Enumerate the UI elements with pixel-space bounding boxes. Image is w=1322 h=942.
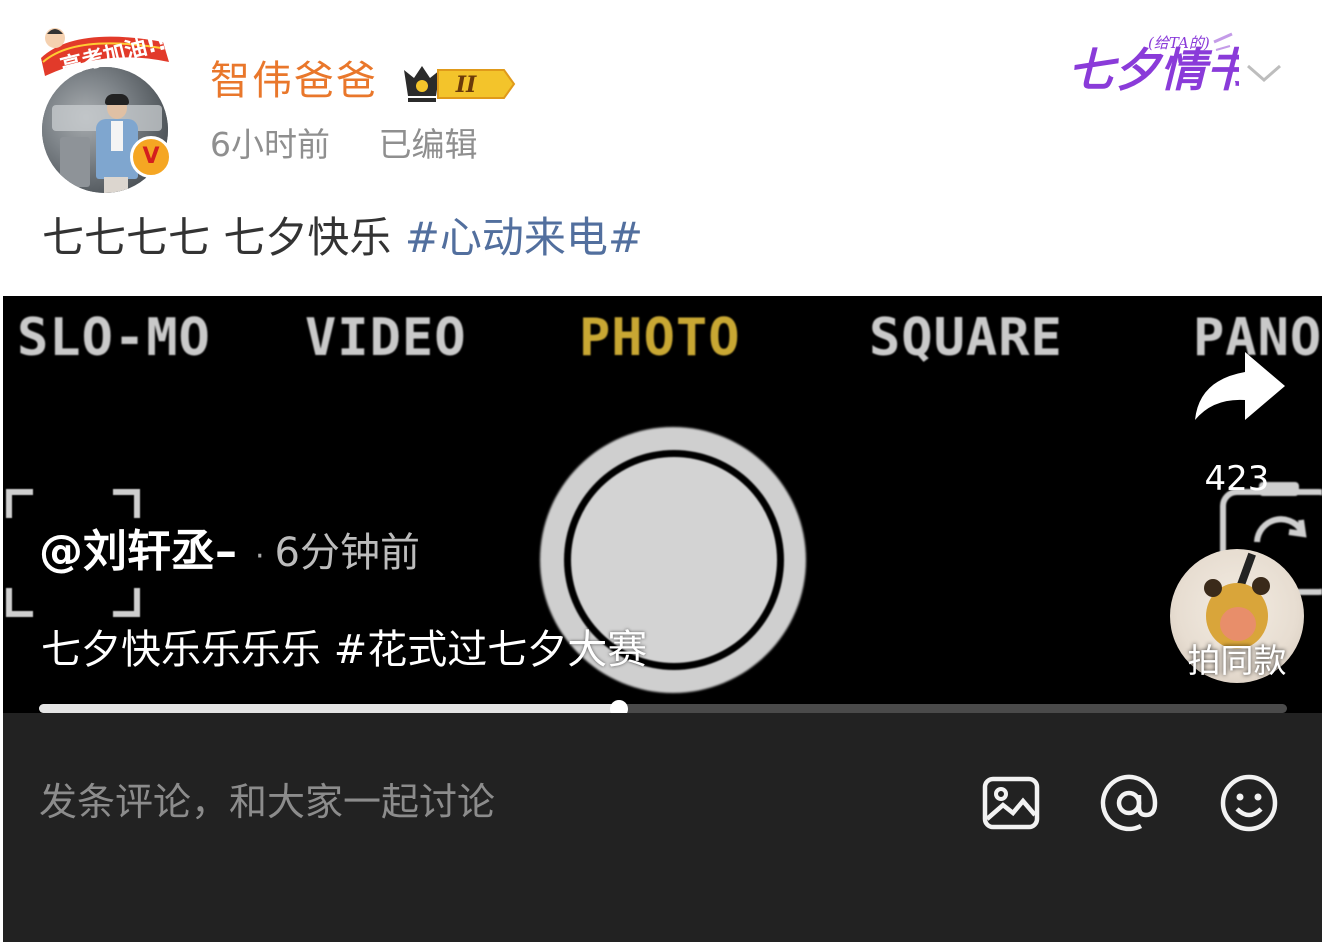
- qixi-promo-logo[interactable]: 七夕情书 (给TA的): [1064, 20, 1239, 110]
- camera-mode-video: VIDEO: [305, 308, 467, 368]
- member-level-text: II: [455, 72, 477, 98]
- same-style-button[interactable]: 拍同款: [1170, 639, 1304, 683]
- post-time: 6小时前: [210, 125, 330, 164]
- chevron-down-icon[interactable]: [1244, 58, 1284, 88]
- mention-separator: ·: [255, 539, 265, 574]
- video-player[interactable]: SLO-MO VIDEO PHOTO SQUARE PANO 423 拍同款 @…: [3, 296, 1322, 713]
- video-progress-knob[interactable]: [610, 700, 629, 713]
- verified-badge-icon: V: [130, 136, 172, 178]
- mention-username[interactable]: @刘轩丞–: [39, 526, 237, 577]
- avatar-banner-graphic: 高考加油!!: [41, 28, 169, 80]
- promo-subtext: (给TA的): [1148, 34, 1210, 52]
- post-hashtag-link[interactable]: #心动来电#: [405, 213, 643, 262]
- share-count: 423: [1204, 459, 1270, 499]
- video-progress-fill: [39, 704, 620, 713]
- avatar-banner-text: 高考加油!!: [58, 29, 169, 80]
- camera-mode-photo: PHOTO: [579, 308, 741, 368]
- edited-label[interactable]: 已编辑: [379, 125, 478, 164]
- comment-input[interactable]: 发条评论，和大家一起讨论: [39, 775, 495, 829]
- video-caption: 七夕快乐乐乐乐 #花式过七夕大赛: [41, 627, 648, 673]
- camera-mode-slomo: SLO-MO: [17, 308, 211, 368]
- camera-mode-strip: SLO-MO VIDEO PHOTO SQUARE PANO: [3, 308, 1322, 368]
- camera-mode-square: SQUARE: [869, 308, 1063, 368]
- post-text-plain: 七七七七 七夕快乐: [42, 213, 405, 262]
- video-progress-bar[interactable]: [39, 700, 1287, 713]
- image-icon[interactable]: [981, 773, 1041, 833]
- member-crown-badge[interactable]: II: [400, 60, 520, 104]
- comment-bar: 发条评论，和大家一起讨论: [3, 713, 1322, 942]
- author-avatar[interactable]: 高考加油!! V: [35, 22, 180, 193]
- mention-line: @刘轩丞– · 6分钟前: [39, 524, 420, 589]
- mention-time: 6分钟前: [274, 530, 420, 576]
- at-icon[interactable]: [1099, 773, 1159, 833]
- post-meta: 6小时前 已编辑: [210, 122, 516, 168]
- emoji-icon[interactable]: [1219, 773, 1279, 833]
- post-text: 七七七七 七夕快乐 #心动来电#: [42, 210, 643, 266]
- share-forward-icon[interactable]: [1191, 348, 1289, 426]
- username[interactable]: 智伟爸爸: [210, 53, 378, 109]
